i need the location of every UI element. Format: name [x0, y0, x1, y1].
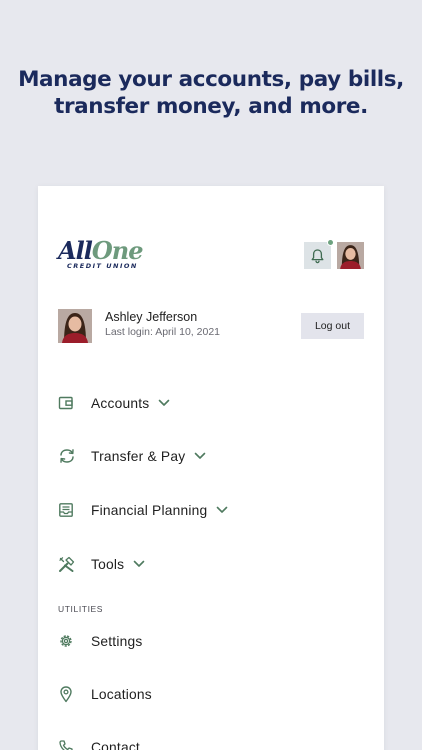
profile-avatar-button[interactable]: [337, 242, 364, 269]
inbox-tray-icon: [58, 500, 84, 520]
notifications-button[interactable]: [304, 239, 334, 269]
menu-item-financial-planning[interactable]: Financial Planning: [58, 498, 228, 522]
notification-indicator-dot: [327, 239, 334, 246]
last-login-text: Last login: April 10, 2021: [105, 326, 220, 338]
chevron-down-icon[interactable]: [194, 452, 206, 460]
menu-item-locations[interactable]: Locations: [58, 682, 152, 706]
allone-logo[interactable]: AllOne CREDIT UNION: [58, 238, 150, 272]
menu-item-label: Settings: [91, 633, 143, 649]
menu-item-settings[interactable]: Settings: [58, 629, 142, 653]
menu-item-transfer-pay[interactable]: Transfer & Pay: [58, 444, 206, 468]
user-name: Ashley Jefferson: [105, 310, 198, 324]
map-pin-icon: [58, 684, 84, 704]
menu-item-label: Transfer & Pay: [91, 448, 186, 464]
logo-wordmark: AllOne: [58, 236, 144, 265]
menu-item-label: Accounts: [91, 395, 150, 411]
chevron-down-icon[interactable]: [158, 399, 170, 407]
user-avatar: [58, 309, 92, 343]
menu-item-tools[interactable]: Tools: [58, 552, 145, 576]
menu-item-label: Locations: [91, 686, 152, 702]
bell-icon: [311, 248, 324, 263]
logo-tagline: CREDIT UNION: [67, 262, 138, 270]
wallet-icon: [58, 393, 84, 413]
app-menu-panel: AllOne CREDIT UNION Ashley Jefferson Las…: [38, 186, 384, 750]
menu-item-label: Contact: [91, 739, 140, 750]
promo-headline-line-2: transfer money, and more.: [54, 94, 368, 119]
menu-item-contact[interactable]: Contact: [58, 735, 140, 750]
gear-icon: [58, 631, 84, 651]
chevron-down-icon[interactable]: [216, 506, 228, 514]
menu-item-accounts[interactable]: Accounts: [58, 391, 170, 415]
transfer-arrows-icon: [58, 446, 84, 466]
logo-brand-one: One: [91, 236, 144, 265]
phone-icon: [58, 737, 84, 750]
chevron-down-icon[interactable]: [133, 560, 145, 568]
menu-item-label: Financial Planning: [91, 502, 208, 518]
avatar-image: [58, 309, 92, 343]
tools-icon: [58, 554, 84, 574]
promo-headline-line-1: Manage your accounts, pay bills,: [18, 67, 404, 92]
avatar-image: [337, 242, 364, 269]
logout-button[interactable]: Log out: [301, 313, 364, 339]
promo-headline: Manage your accounts, pay bills, transfe…: [0, 66, 422, 120]
utilities-section-heading: UTILITIES: [58, 604, 104, 614]
menu-item-label: Tools: [91, 556, 125, 572]
logo-brand-all: All: [58, 236, 93, 265]
